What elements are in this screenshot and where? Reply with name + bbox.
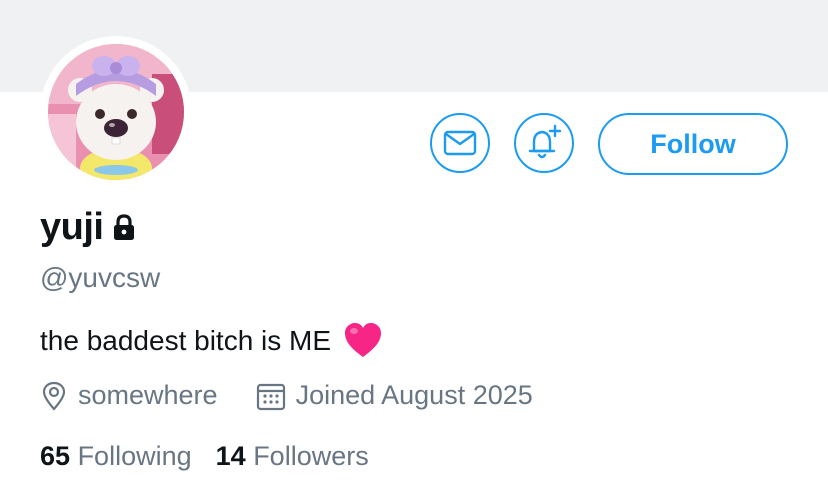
followers-label: Followers [253, 441, 369, 471]
followers-link[interactable]: 14 Followers [216, 441, 369, 472]
profile-meta: somewhere Joined August 2025 [40, 380, 533, 411]
display-name-row: yuji [40, 206, 137, 249]
following-link[interactable]: 65 Following [40, 441, 192, 472]
follow-button[interactable]: Follow [598, 113, 788, 175]
followers-count: 14 [215, 441, 246, 471]
join-date-text: Joined August 2025 [295, 380, 533, 410]
join-date: Joined August 2025 [256, 380, 533, 411]
calendar-icon [256, 383, 285, 410]
message-button[interactable] [430, 113, 490, 173]
bio: the baddest bitch is ME [40, 322, 383, 360]
notifications-button[interactable] [514, 113, 574, 173]
avatar-image [48, 44, 184, 180]
location-pin-icon [42, 381, 66, 411]
username-handle: @yuvcsw [40, 262, 161, 293]
following-count: 65 [40, 441, 71, 471]
avatar[interactable] [48, 44, 184, 180]
lock-icon [114, 213, 135, 240]
location: somewhere [40, 380, 218, 411]
envelope-icon [443, 130, 477, 156]
location-text: somewhere [78, 380, 218, 410]
bell-plus-icon [528, 124, 562, 159]
follow-stats: 65 Following 14 Followers [40, 441, 369, 472]
bio-text: the baddest bitch is ME [40, 325, 332, 356]
display-name: yuji [40, 206, 104, 248]
following-label: Following [77, 441, 192, 471]
pink-heart-icon [345, 323, 382, 357]
